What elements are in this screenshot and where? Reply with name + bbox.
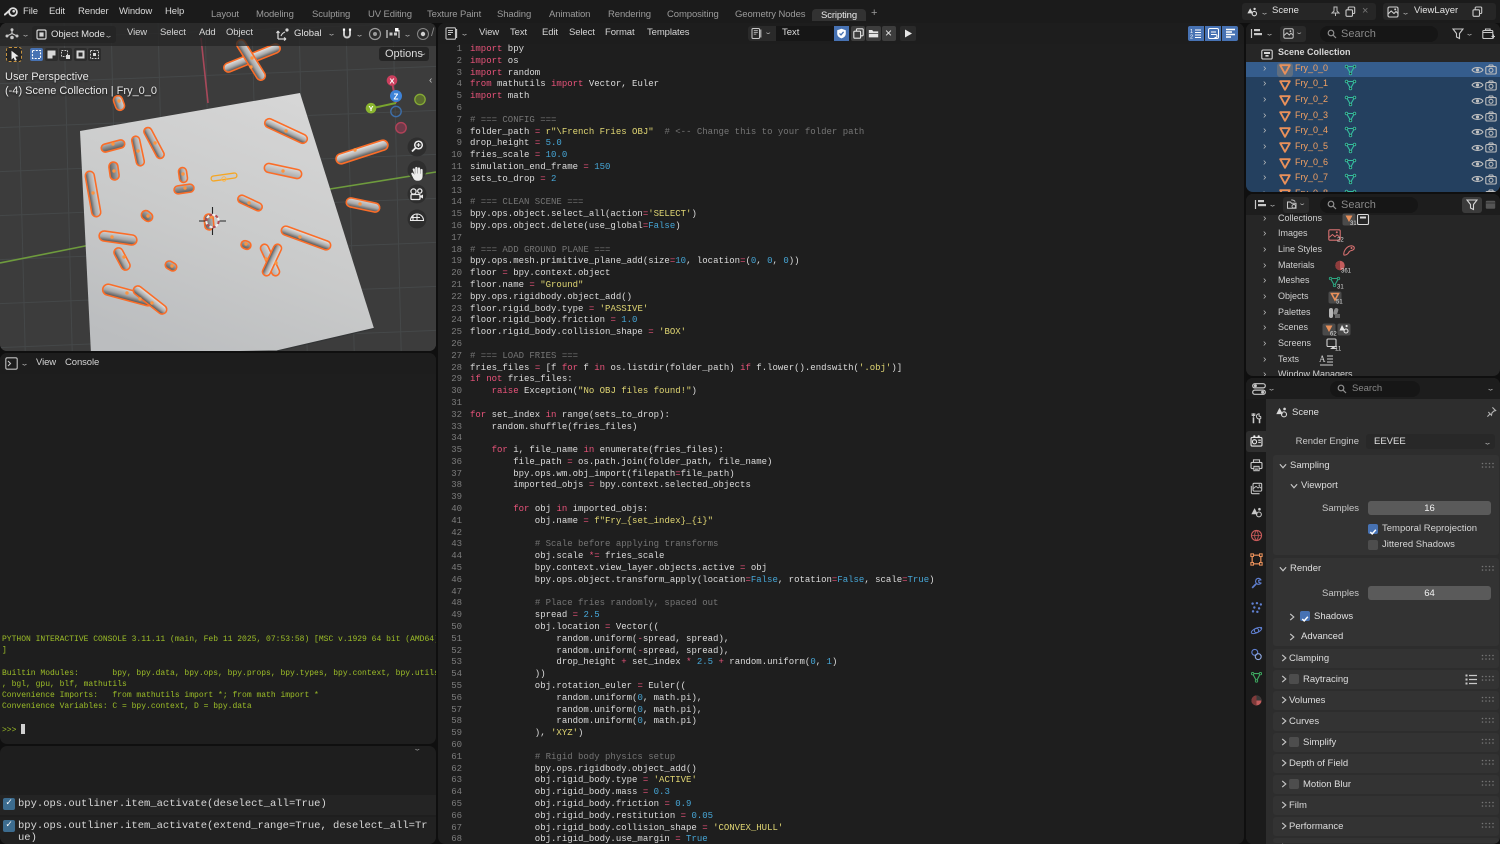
svg-text:Y: Y bbox=[368, 104, 373, 113]
svg-text:11: 11 bbox=[1335, 347, 1342, 352]
svg-text:A: A bbox=[1319, 354, 1326, 364]
svg-text:X: X bbox=[389, 77, 394, 86]
svg-text:2: 2 bbox=[1190, 35, 1193, 40]
svg-text:31: 31 bbox=[1350, 221, 1357, 226]
svg-text:22: 22 bbox=[1337, 237, 1344, 242]
svg-text:Z: Z bbox=[394, 93, 399, 102]
svg-text:361: 361 bbox=[1341, 269, 1352, 274]
svg-text:62: 62 bbox=[1330, 331, 1337, 336]
svg-text:51: 51 bbox=[1336, 300, 1343, 305]
svg-text:31: 31 bbox=[1337, 284, 1344, 289]
